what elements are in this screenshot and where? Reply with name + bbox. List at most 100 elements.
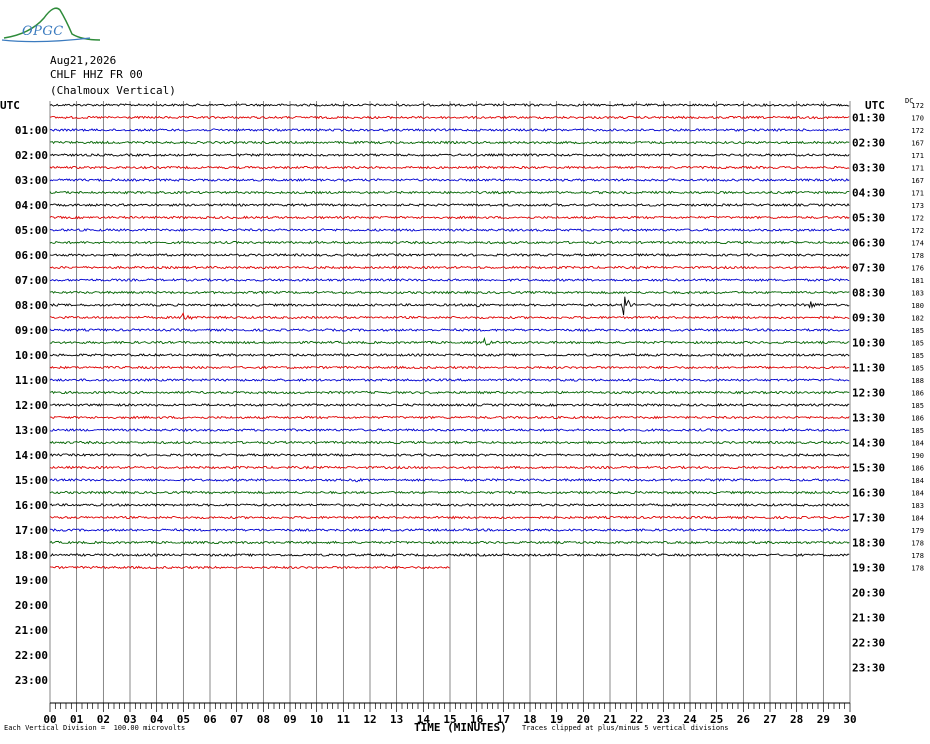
logo-text: OPGC: [22, 24, 64, 39]
seismic-trace: [49, 140, 850, 145]
dc-offset-label: 185: [911, 340, 924, 348]
hour-label-left: 09:00: [15, 324, 48, 337]
dc-offset-label: 185: [911, 365, 924, 373]
seismic-trace: [49, 128, 850, 132]
hour-label-left: 16:00: [15, 499, 48, 512]
hour-label-right: 03:30: [852, 162, 885, 175]
hour-label-left: 02:00: [15, 149, 48, 162]
hour-label-right: 13:30: [852, 412, 885, 425]
x-tick-label: 28: [790, 713, 803, 726]
seismic-trace: [49, 353, 850, 357]
hour-label-left: 13:00: [15, 424, 48, 437]
station-location: (Chalmoux Vertical): [50, 84, 176, 97]
seismic-trace: [49, 153, 850, 157]
dc-offset-label: 185: [911, 427, 924, 435]
hour-label-right: 11:30: [852, 362, 885, 375]
hour-label-left: 19:00: [15, 574, 48, 587]
utc-label-left: UTC: [0, 99, 20, 112]
seismic-trace: [49, 540, 850, 545]
seismic-trace: [49, 253, 850, 257]
seismic-trace: [49, 278, 850, 282]
seismic-trace: [49, 378, 850, 382]
dc-offset-label: 167: [911, 140, 924, 148]
hour-label-right: 17:30: [852, 512, 885, 525]
hour-label-left: 08:00: [15, 299, 48, 312]
dc-offset-label: 181: [911, 277, 924, 285]
hour-label-left: 01:00: [15, 124, 48, 137]
seismic-trace: [49, 428, 850, 432]
dc-offset-label: 185: [911, 402, 924, 410]
seismic-trace: [49, 178, 850, 182]
logo-mountain-icon: [1, 7, 101, 43]
seismic-trace: [49, 290, 850, 295]
dc-column-label: DC: [905, 97, 914, 105]
dc-offset-label: 180: [911, 302, 924, 310]
hour-label-left: 06:00: [15, 249, 48, 262]
x-tick-label: 12: [363, 713, 376, 726]
seismic-trace: [49, 503, 850, 507]
hour-label-left: 21:00: [15, 624, 48, 637]
seismic-trace: [49, 453, 850, 457]
station-code: CHLF HHZ FR 00: [50, 68, 143, 81]
dc-offset-label: 182: [911, 315, 924, 323]
dc-offset-label: 183: [911, 502, 924, 510]
dc-offset-label: 178: [911, 540, 924, 548]
hour-label-right: 20:30: [852, 587, 885, 600]
hour-label-right: 08:30: [852, 287, 885, 300]
dc-offset-label: 184: [911, 477, 924, 485]
seismic-trace: [49, 390, 850, 395]
hour-label-right: 15:30: [852, 462, 885, 475]
hour-label-right: 04:30: [852, 187, 885, 200]
seismic-trace: [49, 190, 850, 195]
dc-offset-label: 172: [911, 227, 924, 235]
dc-offset-label: 185: [911, 327, 924, 335]
helicorder-plot: 00 01 02 03 04 05 06 07 08 09 10 11 12 13 14 15 16 17 18 19…: [15, 101, 924, 726]
hour-label-right: 23:30: [852, 662, 885, 675]
seismic-trace: [49, 365, 850, 370]
hour-label-left: 23:00: [15, 674, 48, 687]
dc-offset-label: 173: [911, 202, 924, 210]
seismic-trace: [49, 311, 850, 320]
dc-offset-label: 176: [911, 265, 924, 273]
hour-label-right: 22:30: [852, 637, 885, 650]
seismic-trace: [49, 240, 850, 245]
x-axis-title: TIME (MINUTES): [414, 721, 507, 734]
record-date: Aug21,2026: [50, 54, 117, 67]
seismic-trace: [49, 296, 850, 316]
hour-label-left: 12:00: [15, 399, 48, 412]
dc-offset-label: 178: [911, 565, 924, 573]
hour-label-left: 11:00: [15, 374, 48, 387]
seismic-trace: [49, 528, 850, 532]
hour-label-right: 07:30: [852, 262, 885, 275]
seismic-trace: [49, 165, 850, 170]
clip-note: Traces clipped at plus/minus 5 vertical …: [522, 724, 729, 732]
dc-offset-label: 178: [911, 552, 924, 560]
dc-offset-label: 171: [911, 190, 924, 198]
dc-offset-label: 190: [911, 452, 924, 460]
hour-label-right: 06:30: [852, 237, 885, 250]
hour-label-right: 09:30: [852, 312, 885, 325]
dc-offset-label: 171: [911, 165, 924, 173]
hour-label-left: 05:00: [15, 224, 48, 237]
dc-offset-label: 185: [911, 352, 924, 360]
seismic-trace: [49, 465, 850, 470]
dc-offset-label: 174: [911, 240, 924, 248]
x-tick-label: 26: [737, 713, 751, 726]
seismic-trace: [49, 215, 850, 220]
x-tick-label: 11: [337, 713, 351, 726]
seismic-trace: [49, 265, 850, 270]
seismic-trace: [49, 477, 850, 483]
hour-label-left: 04:00: [15, 199, 48, 212]
hour-label-right: 05:30: [852, 212, 885, 225]
hour-label-left: 10:00: [15, 349, 48, 362]
seismic-trace: [49, 490, 850, 495]
x-tick-label: 10: [310, 713, 323, 726]
seismic-trace: [49, 440, 850, 445]
dc-offset-label: 184: [911, 440, 924, 448]
seismic-trace: [49, 565, 450, 570]
dc-offset-label: 188: [911, 377, 924, 385]
dc-offset-label: 172: [911, 215, 924, 223]
hour-label-right: 10:30: [852, 337, 885, 350]
hour-label-left: 03:00: [15, 174, 48, 187]
hour-label-left: 14:00: [15, 449, 48, 462]
